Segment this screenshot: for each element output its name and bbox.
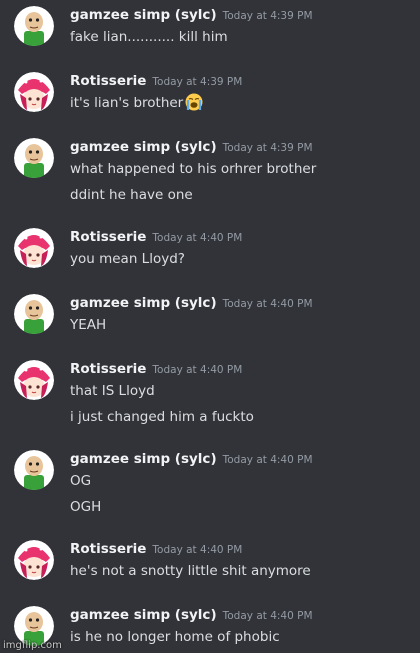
message-timestamp: Today at 4:40 PM (222, 454, 313, 466)
strawberry-avatar[interactable] (14, 72, 54, 112)
baldi-avatar[interactable] (14, 6, 54, 46)
message-text: YEAH (70, 317, 107, 333)
strawberry-avatar[interactable] (14, 360, 54, 400)
message-timestamp: Today at 4:39 PM (222, 10, 313, 22)
message-content: YEAH (70, 315, 106, 335)
message-content: i just changed him a fuckto (70, 407, 254, 427)
author-name[interactable]: Rotisserie (70, 73, 146, 89)
message-content: what happened to his orhrer brother (70, 159, 316, 179)
message-header: gamzee simp (sylc) Today at 4:39 PM (70, 136, 313, 156)
message-text: ddint he have one (70, 187, 193, 203)
message-header: gamzee simp (sylc) Today at 4:39 PM (70, 4, 313, 24)
baldi-avatar[interactable] (14, 450, 54, 490)
author-name[interactable]: gamzee simp (sylc) (70, 607, 217, 623)
author-name[interactable]: gamzee simp (sylc) (70, 139, 217, 155)
message-content: it's lian's brother (70, 93, 203, 113)
message-timestamp: Today at 4:40 PM (152, 364, 243, 376)
message-content: ddint he have one (70, 185, 193, 205)
message-text: OG (70, 473, 92, 489)
message-text: he's not a snotty little shit anymore (70, 563, 311, 579)
message-text: that IS Lloyd (70, 383, 155, 399)
author-name[interactable]: Rotisserie (70, 541, 146, 557)
message-text: OGH (70, 499, 102, 515)
loudly-crying-face-icon (185, 93, 203, 117)
author-name[interactable]: Rotisserie (70, 229, 146, 245)
message-text: is he no longer home of phobic (70, 629, 280, 645)
message-content: you mean Lloyd? (70, 249, 185, 269)
message-content: that IS Lloyd (70, 381, 155, 401)
message-text: i just changed him a fuckto (70, 409, 254, 425)
message-content: is he no longer home of phobic (70, 627, 280, 647)
message-header: Rotisserie Today at 4:40 PM (70, 226, 242, 246)
message-content: he's not a snotty little shit anymore (70, 561, 311, 581)
strawberry-avatar[interactable] (14, 228, 54, 268)
message-text: it's lian's brother (70, 95, 184, 111)
baldi-avatar[interactable] (14, 138, 54, 178)
baldi-avatar[interactable] (14, 294, 54, 334)
strawberry-avatar[interactable] (14, 540, 54, 580)
message-timestamp: Today at 4:40 PM (222, 610, 313, 622)
message-text: fake lian........... kill him (70, 29, 228, 45)
author-name[interactable]: gamzee simp (sylc) (70, 7, 217, 23)
message-timestamp: Today at 4:39 PM (222, 142, 313, 154)
message-timestamp: Today at 4:40 PM (222, 298, 313, 310)
message-content: fake lian........... kill him (70, 27, 228, 47)
message-header: gamzee simp (sylc) Today at 4:40 PM (70, 448, 313, 468)
message-header: gamzee simp (sylc) Today at 4:40 PM (70, 604, 313, 624)
message-header: Rotisserie Today at 4:40 PM (70, 358, 242, 378)
imgflip-watermark: imgflip.com (3, 640, 62, 651)
message-header: gamzee simp (sylc) Today at 4:40 PM (70, 292, 313, 312)
message-header: Rotisserie Today at 4:39 PM (70, 70, 242, 90)
message-content: OGH (70, 497, 101, 517)
author-name[interactable]: Rotisserie (70, 361, 146, 377)
message-timestamp: Today at 4:40 PM (152, 544, 243, 556)
message-text: you mean Lloyd? (70, 251, 185, 267)
message-timestamp: Today at 4:39 PM (152, 76, 243, 88)
message-header: Rotisserie Today at 4:40 PM (70, 538, 242, 558)
chat-log: gamzee simp (sylc) Today at 4:39 PM fake l… (0, 0, 420, 653)
author-name[interactable]: gamzee simp (sylc) (70, 451, 217, 467)
message-timestamp: Today at 4:40 PM (152, 232, 243, 244)
message-text: what happened to his orhrer brother (70, 161, 317, 177)
message-content: OG (70, 471, 91, 491)
author-name[interactable]: gamzee simp (sylc) (70, 295, 217, 311)
